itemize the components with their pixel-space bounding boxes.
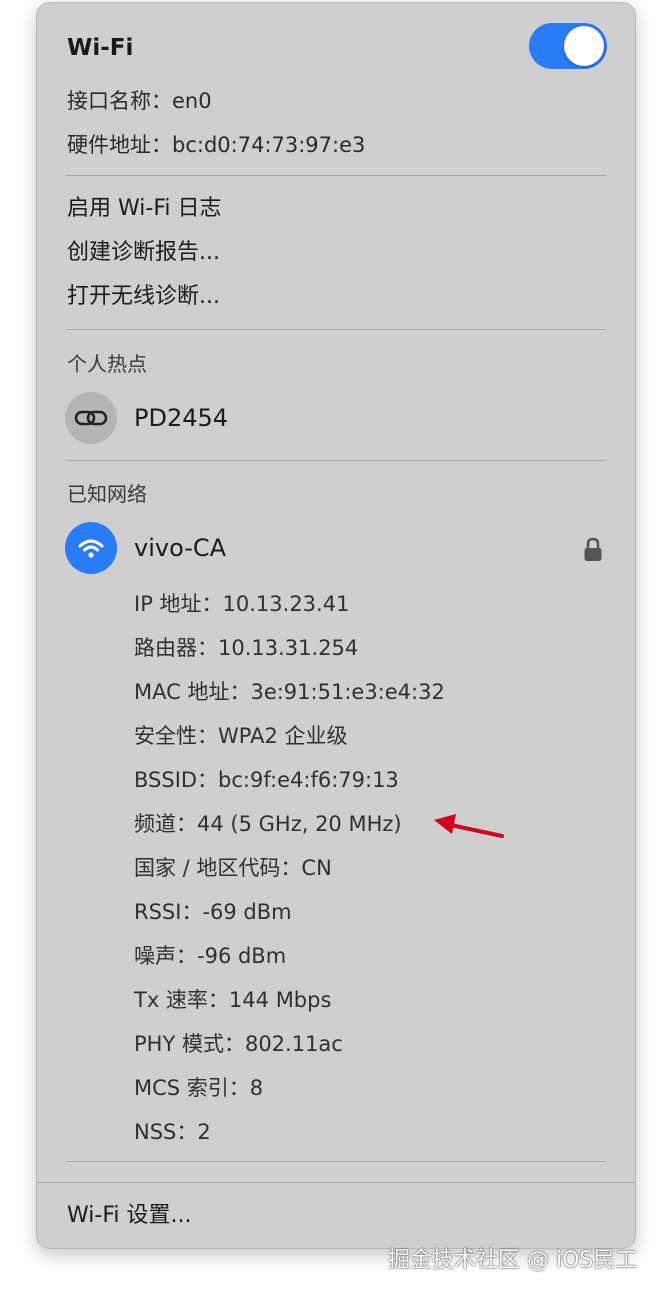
wifi-settings-item[interactable]: Wi-Fi 设置... <box>67 1201 191 1231</box>
hotspot-item[interactable]: PD2454 <box>37 386 635 450</box>
network-detail-line: 频道：44 (5 GHz, 20 MHz) <box>134 812 402 836</box>
divider <box>66 329 606 330</box>
toggle-knob <box>564 26 604 66</box>
network-detail-line: Tx 速率：144 Mbps <box>134 988 332 1012</box>
wifi-toggle[interactable] <box>529 23 607 69</box>
interface-name: 接口名称：en0 <box>67 89 212 113</box>
red-arrow-icon <box>434 814 504 838</box>
network-name: vivo-CA <box>134 534 227 562</box>
divider <box>37 1182 635 1183</box>
create-report-item[interactable]: 创建诊断报告... <box>67 238 220 268</box>
network-detail-line: BSSID：bc:9f:e4:f6:79:13 <box>134 768 399 792</box>
network-detail-line: 噪声：-96 dBm <box>134 944 287 968</box>
open-diagnostics-item[interactable]: 打开无线诊断... <box>67 282 220 312</box>
wifi-icon <box>65 522 117 574</box>
divider <box>66 1161 606 1162</box>
network-detail-line: 国家 / 地区代码：CN <box>134 856 332 880</box>
enable-log-item[interactable]: 启用 Wi-Fi 日志 <box>67 194 221 224</box>
known-network-item[interactable]: vivo-CA <box>37 516 635 580</box>
network-detail-line: 路由器：10.13.31.254 <box>134 636 359 660</box>
wifi-menu: Wi-Fi 接口名称：en0 硬件地址：bc:d0:74:73:97:e3 启用… <box>36 2 636 1249</box>
menu-title: Wi-Fi <box>67 35 134 61</box>
network-detail-line: MCS 索引：8 <box>134 1076 264 1100</box>
link-icon <box>65 392 117 444</box>
network-detail-line: RSSI：-69 dBm <box>134 900 292 924</box>
known-networks-section-title: 已知网络 <box>67 482 147 506</box>
network-detail-line: IP 地址：10.13.23.41 <box>134 592 350 616</box>
watermark: 掘金技术社区 @ iOS民工 <box>388 1248 638 1273</box>
network-detail-line: NSS：2 <box>134 1120 211 1144</box>
network-detail-line: MAC 地址：3e:91:51:e3:e4:32 <box>134 680 445 704</box>
network-detail-line: 安全性：WPA2 企业级 <box>134 724 348 748</box>
divider <box>66 460 606 461</box>
lock-icon <box>583 537 603 567</box>
hotspot-section-title: 个人热点 <box>67 352 147 376</box>
hardware-address: 硬件地址：bc:d0:74:73:97:e3 <box>67 133 366 157</box>
hotspot-name: PD2454 <box>134 404 229 432</box>
divider <box>66 175 606 176</box>
network-detail-line: PHY 模式：802.11ac <box>134 1032 343 1056</box>
